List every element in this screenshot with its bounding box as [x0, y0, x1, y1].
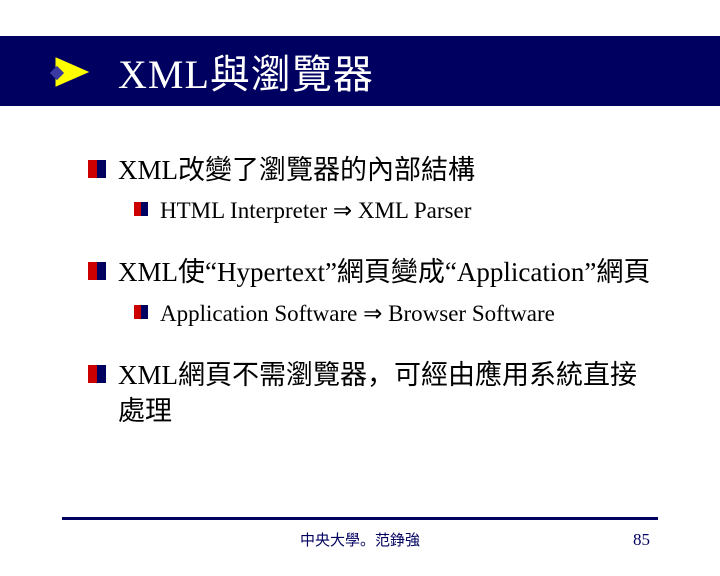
bullet-main: XML使“Hypertext”網頁變成“Application”網頁: [88, 254, 660, 290]
content-area: XML改變了瀏覽器的內部結構 HTML Interpreter ⇒ XML Pa…: [0, 106, 720, 430]
bullet-icon: [134, 202, 148, 216]
bullet-icon: [134, 305, 148, 319]
bullet-icon: [88, 262, 106, 280]
title-bar: XML與瀏覽器: [0, 36, 720, 106]
footer-divider: [62, 517, 658, 520]
slide-title: XML與瀏覽器: [118, 42, 374, 100]
title-arrow-icon: [50, 54, 94, 95]
page-number: 85: [633, 530, 650, 550]
bullet-text: XML改變了瀏覽器的內部結構: [118, 152, 475, 188]
bullet-icon: [88, 365, 106, 383]
bullet-text: XML使“Hypertext”網頁變成“Application”網頁: [118, 254, 650, 290]
bullet-sub: HTML Interpreter ⇒ XML Parser: [134, 196, 660, 226]
bullet-main: XML改變了瀏覽器的內部結構: [88, 152, 660, 188]
bullet-sub-text: HTML Interpreter ⇒ XML Parser: [160, 196, 471, 226]
bullet-sub: Application Software ⇒ Browser Software: [134, 299, 660, 329]
bullet-main: XML網頁不需瀏覽器，可經由應用系統直接處理: [88, 357, 660, 430]
bullet-text: XML網頁不需瀏覽器，可經由應用系統直接處理: [118, 357, 660, 430]
bullet-sub-text: Application Software ⇒ Browser Software: [160, 299, 555, 329]
bullet-icon: [88, 160, 106, 178]
